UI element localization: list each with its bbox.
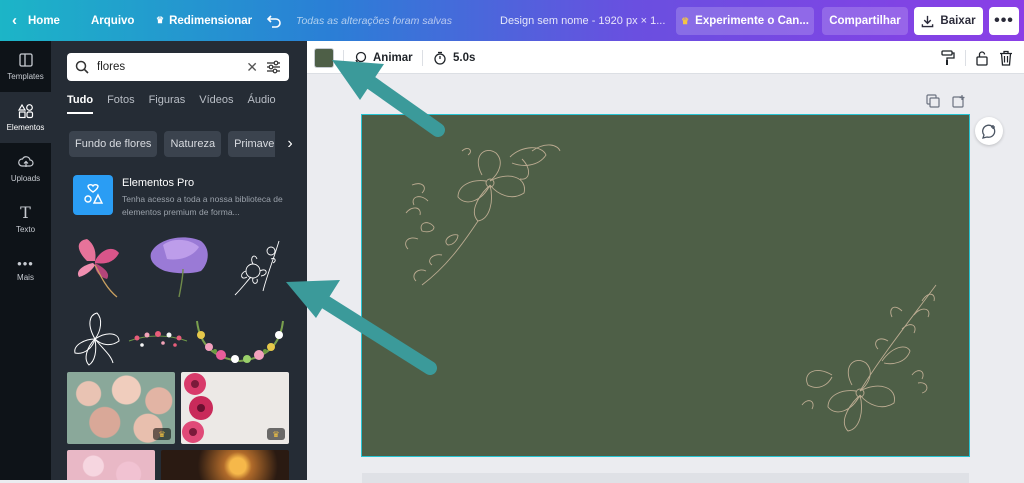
tab-videos[interactable]: Vídeos [199,94,233,114]
more-icon: ••• [17,256,34,271]
elements-pro-description: Tenha acesso a toda a nossa biblioteca d… [122,194,283,217]
tab-audio[interactable]: Áudio [248,94,276,114]
rail-item-uploads[interactable]: Uploads [0,143,51,194]
top-bar: ‹ Home Arquivo ♛ Redimensionar Todas as … [0,0,1024,41]
elements-pro-title: Elementos Pro [122,177,195,189]
add-comment-button[interactable] [975,117,1003,145]
unlock-icon [976,50,988,66]
suggestion-chips: Fundo de flores Natureza Primavera [69,131,291,157]
filter-sliders-icon[interactable] [266,60,281,74]
editor-toolbar: Animar 5.0s [307,41,1024,74]
rail-label-elements: Elementos [6,123,45,132]
try-pro-button[interactable]: ♛ Experimente o Can... [676,7,814,35]
rail-item-templates[interactable]: Templates [0,41,51,92]
comment-add-icon [982,124,996,139]
duplicate-page-icon[interactable] [926,94,940,108]
delete-button[interactable] [999,41,1013,74]
chip-natureza[interactable]: Natureza [164,131,222,157]
search-field[interactable]: flores ✕ [67,53,289,81]
templates-icon [18,53,33,67]
lock-button[interactable] [975,41,989,74]
elements-pro-icon [73,175,113,215]
photo-thumbnail-cherry-blossom[interactable] [67,450,155,480]
file-label: Arquivo [91,14,135,27]
copy-style-button[interactable] [941,41,955,74]
home-button[interactable]: ‹ Home [12,0,60,41]
share-button[interactable]: Compartilhar [822,7,908,35]
elements-icon [17,103,33,119]
home-label: Home [28,14,60,27]
upload-icon [17,156,34,167]
resize-button[interactable]: ♛ Redimensionar [156,0,252,41]
animate-icon [355,51,367,64]
crown-icon: ♛ [153,428,171,440]
tab-figures[interactable]: Figuras [149,94,186,114]
tab-all[interactable]: Tudo [67,94,94,114]
element-thumbnail-flower-garland[interactable] [127,321,189,357]
search-input[interactable]: flores [97,61,238,73]
rail-label-text: Texto [15,225,36,234]
line-art-flower-decoration [405,144,937,432]
search-icon [75,60,89,74]
try-pro-label: Experimente o Can... [695,15,809,27]
crown-icon: ♛ [267,428,285,440]
download-label: Baixar [940,15,976,27]
text-icon: T [20,203,31,222]
element-thumbnail-floral-wreath[interactable] [191,311,289,369]
trash-icon [1000,50,1012,66]
toolbar-divider [965,50,966,66]
rail-label-templates: Templates [7,72,44,81]
duration-label: 5.0s [453,51,476,64]
chip-fundo-de-flores[interactable]: Fundo de flores [69,131,158,157]
crown-icon: ♛ [681,15,690,26]
clear-search-icon[interactable]: ✕ [246,59,258,76]
rail-item-more[interactable]: ••• Mais [0,245,51,296]
crown-icon: ♛ [156,15,165,25]
more-menu-button[interactable]: ••• [989,7,1019,35]
background-color-swatch[interactable] [315,49,333,67]
add-page-icon[interactable] [952,94,966,108]
download-icon [922,15,934,27]
animate-label: Animar [373,51,413,64]
element-thumbnail-purple-flower[interactable] [143,231,215,303]
rail-item-text[interactable]: T Texto [0,194,51,245]
design-title[interactable]: Design sem nome - 1920 px × 1... [500,0,665,41]
duration-button[interactable]: 5.0s [433,41,475,74]
download-button[interactable]: Baixar [914,7,983,35]
file-menu[interactable]: Arquivo [91,0,134,41]
photo-thumbnail-pink-daisies[interactable]: ♛ [181,372,289,444]
element-thumbnail-pink-flower[interactable] [67,231,133,303]
chevron-left-icon: ‹ [12,12,17,29]
animate-button[interactable]: Animar [353,41,413,74]
tab-photos[interactable]: Fotos [107,94,135,114]
photo-thumbnail-sunset-flowers[interactable] [161,450,289,480]
elements-pro-promo[interactable]: Elementos Pro Tenha acesso a toda a noss… [73,175,298,219]
chevron-right-icon[interactable]: › [275,131,305,157]
rail-item-elements[interactable]: Elementos [0,92,51,143]
element-thumbnail-line-flower[interactable] [227,231,287,303]
undo-button[interactable] [266,0,282,41]
undo-icon [266,14,281,28]
paint-roller-icon [941,49,955,65]
rail-label-uploads: Uploads [10,174,41,183]
result-tabs: Tudo Fotos Figuras Vídeos Áudio [67,94,276,114]
design-page[interactable] [361,114,970,457]
rail-label-more: Mais [17,273,34,282]
timer-icon [434,51,446,65]
next-page-preview [362,473,969,483]
toolbar-divider [343,50,344,66]
toolbar-divider [422,50,423,66]
resize-label: Redimensionar [169,14,253,27]
elements-panel: flores ✕ Tudo Fotos Figuras Vídeos Áudio… [51,41,307,480]
element-thumbnail-white-outline-flower[interactable] [67,309,125,369]
side-rail: Templates Elementos Uploads T Texto ••• … [0,41,51,480]
save-status: Todas as alterações foram salvas [296,14,453,27]
photo-thumbnail-roses[interactable]: ♛ [67,372,175,444]
